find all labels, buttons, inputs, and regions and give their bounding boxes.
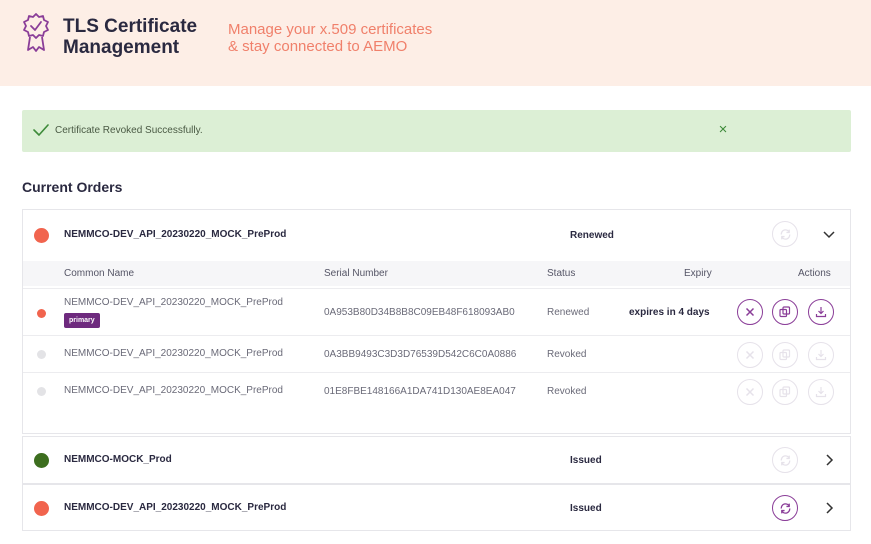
close-icon — [745, 387, 755, 397]
order-name: NEMMCO-DEV_API_20230220_MOCK_PreProd — [64, 502, 287, 513]
cert-status: Revoked — [547, 386, 587, 397]
current-orders-heading: Current Orders — [22, 179, 123, 195]
close-icon — [745, 307, 755, 317]
table-row: NEMMCO-DEV_API_20230220_MOCK_PreProd 01E… — [23, 372, 850, 409]
certificates-table-header: Common Name Serial Number Status Expiry … — [23, 261, 850, 286]
order-status: Issued — [570, 455, 602, 466]
app-header: TLS Certificate Management Manage your x… — [0, 0, 871, 86]
col-serial-number: Serial Number — [324, 268, 388, 279]
cert-status-dot — [37, 387, 46, 396]
col-actions: Actions — [798, 268, 831, 279]
refresh-icon — [780, 502, 790, 514]
chevron-right-icon[interactable] — [821, 500, 837, 516]
cert-status-dot — [37, 309, 46, 318]
chevron-right-icon[interactable] — [821, 452, 837, 468]
certificate-badge-icon — [23, 13, 49, 52]
cert-serial: 01E8FBE148166A1DA741D130AE8EA047 — [324, 386, 516, 397]
copy-icon — [779, 386, 791, 398]
copy-button[interactable] — [772, 342, 798, 368]
download-icon — [815, 387, 827, 398]
order-card: NEMMCO-DEV_API_20230220_MOCK_PreProd Iss… — [22, 484, 851, 531]
order-status: Renewed — [570, 230, 614, 241]
tagline-line1: Manage your x.509 certificates — [228, 21, 433, 38]
renew-button[interactable] — [772, 495, 798, 521]
download-button[interactable] — [808, 299, 834, 325]
chevron-down-icon[interactable] — [821, 226, 837, 242]
refresh-icon — [780, 454, 790, 466]
cert-serial: 0A953B80D34B8B8C09EB48F618093AB0 — [324, 307, 515, 318]
cert-status: Revoked — [547, 349, 587, 360]
primary-badge: primary — [64, 313, 100, 328]
table-row: NEMMCO-DEV_API_20230220_MOCK_PreProd pri… — [23, 288, 850, 335]
app-title: TLS Certificate Management — [63, 16, 197, 58]
col-expiry: Expiry — [684, 268, 712, 279]
download-button[interactable] — [808, 342, 834, 368]
order-status-dot — [34, 228, 49, 243]
revoke-button[interactable] — [737, 379, 763, 405]
cert-status: Renewed — [547, 307, 590, 318]
renew-button[interactable] — [772, 221, 798, 247]
cert-common-name: NEMMCO-DEV_API_20230220_MOCK_PreProd — [64, 385, 283, 396]
cert-status-dot — [37, 350, 46, 359]
col-common-name: Common Name — [64, 268, 135, 279]
success-alert: Certificate Revoked Successfully. × — [22, 110, 851, 152]
order-status: Issued — [570, 503, 602, 514]
order-header[interactable]: NEMMCO-DEV_API_20230220_MOCK_PreProd Iss… — [23, 485, 850, 530]
col-status: Status — [547, 268, 576, 279]
order-card: NEMMCO-MOCK_Prod Issued — [22, 436, 851, 484]
order-header[interactable]: NEMMCO-MOCK_Prod Issued — [23, 437, 850, 483]
copy-button[interactable] — [772, 379, 798, 405]
download-button[interactable] — [808, 379, 834, 405]
copy-icon — [779, 349, 791, 361]
copy-button[interactable] — [772, 299, 798, 325]
download-icon — [815, 307, 827, 318]
cert-common-name: NEMMCO-DEV_API_20230220_MOCK_PreProd — [64, 348, 283, 359]
cert-common-name: NEMMCO-DEV_API_20230220_MOCK_PreProd — [64, 297, 283, 308]
order-card: NEMMCO-DEV_API_20230220_MOCK_PreProd Ren… — [22, 209, 851, 434]
revoke-button[interactable] — [737, 342, 763, 368]
app-title-line1: TLS Certificate — [63, 16, 198, 37]
download-icon — [815, 350, 827, 361]
copy-icon — [779, 306, 791, 318]
renew-button[interactable] — [772, 447, 798, 473]
order-status-dot — [34, 501, 49, 516]
order-status-dot — [34, 453, 49, 468]
order-header[interactable]: NEMMCO-DEV_API_20230220_MOCK_PreProd Ren… — [23, 210, 850, 258]
cert-serial: 0A3BB9493C3D3D76539D542C6C0A0886 — [324, 349, 517, 360]
refresh-icon — [780, 228, 790, 240]
app-title-line2: Management — [63, 37, 180, 58]
alert-message: Certificate Revoked Successfully. — [55, 125, 203, 136]
order-name: NEMMCO-DEV_API_20230220_MOCK_PreProd — [64, 229, 287, 240]
order-name: NEMMCO-MOCK_Prod — [64, 454, 172, 465]
table-row: NEMMCO-DEV_API_20230220_MOCK_PreProd 0A3… — [23, 335, 850, 372]
alert-close-button[interactable]: × — [714, 120, 732, 140]
cert-expiry: expires in 4 days — [629, 307, 710, 318]
revoke-button[interactable] — [737, 299, 763, 325]
checkmark-icon — [33, 124, 49, 136]
close-icon — [745, 350, 755, 360]
tagline-line2: & stay connected to AEMO — [228, 38, 408, 55]
app-tagline: Manage your x.509 certificates & stay co… — [228, 21, 432, 55]
